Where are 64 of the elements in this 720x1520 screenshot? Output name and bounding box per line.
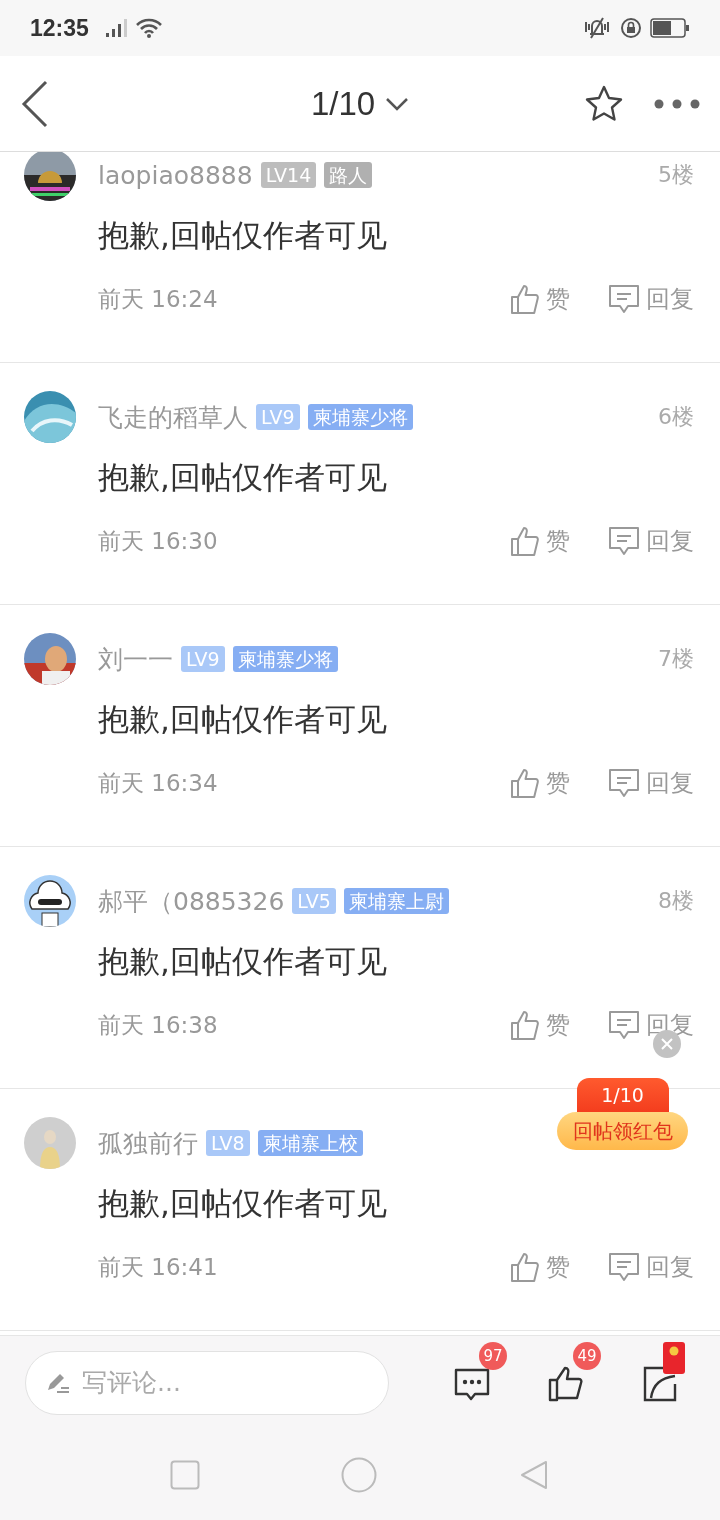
reply-text: 抱歉,回帖仅作者可见 xyxy=(98,700,388,739)
reply-text: 抱歉,回帖仅作者可见 xyxy=(98,1184,388,1223)
level-tag: LV14 xyxy=(260,162,317,188)
more-icon[interactable] xyxy=(654,98,700,109)
post-time: 前天 16:34 xyxy=(98,768,218,798)
floor-number: 7楼 xyxy=(658,645,694,673)
floor-number: 6楼 xyxy=(658,403,694,431)
chevron-down-icon[interactable] xyxy=(385,96,410,111)
comment-icon xyxy=(608,1009,640,1041)
post-time: 前天 16:30 xyxy=(98,526,218,556)
back-icon[interactable] xyxy=(20,79,50,128)
post-time: 前天 16:24 xyxy=(98,284,218,314)
reply-button[interactable]: 回复 xyxy=(608,283,694,315)
thumbs-up-icon xyxy=(510,525,540,557)
floor-number: 5楼 xyxy=(658,161,694,189)
username[interactable]: 孤独前行 xyxy=(98,1126,198,1160)
like-button[interactable]: 赞 xyxy=(510,1009,570,1041)
rotation-lock-icon xyxy=(620,17,642,39)
rank-tag: 路人 xyxy=(324,162,373,188)
comment-icon xyxy=(608,1251,640,1283)
comment-field[interactable]: 写评论... xyxy=(25,1350,389,1415)
count-badge: 49 xyxy=(573,1341,601,1370)
username[interactable]: 刘一一 xyxy=(98,642,173,676)
battery-icon xyxy=(650,18,690,38)
username[interactable]: laopiao8888 xyxy=(98,160,253,190)
comment-icon xyxy=(608,283,640,315)
reply-text: 抱歉,回帖仅作者可见 xyxy=(98,942,388,981)
level-tag: LV9 xyxy=(181,646,225,672)
thumbs-up-icon xyxy=(510,767,540,799)
level-tag: LV5 xyxy=(292,888,336,914)
reply-button[interactable]: 回复 xyxy=(608,1251,694,1283)
rank-tag: 柬埔寨少将 xyxy=(232,646,338,672)
like-button[interactable]: 赞 xyxy=(510,1251,570,1283)
thumbs-up-icon xyxy=(510,283,540,315)
floor-number: 8楼 xyxy=(658,887,694,915)
like-button[interactable]: 赞 xyxy=(510,767,570,799)
thumbs-up-icon xyxy=(510,1251,540,1283)
reply-button[interactable]: 回复 xyxy=(608,767,694,799)
muted-bell-icon xyxy=(582,16,612,40)
rank-tag: 柬埔寨上校 xyxy=(257,1130,363,1156)
signal-icon xyxy=(104,18,127,38)
clock-time: 12:35 xyxy=(30,14,89,42)
rank-tag: 柬埔寨上尉 xyxy=(343,888,449,914)
reply-button[interactable]: 回复 xyxy=(608,525,694,557)
like-button[interactable]: 赞 xyxy=(510,525,570,557)
username[interactable]: 飞走的稻草人 xyxy=(98,400,248,434)
comment-icon xyxy=(608,525,640,557)
count-badge: 97 xyxy=(479,1341,507,1370)
page-indicator[interactable]: 1/10 xyxy=(310,84,376,123)
like-button[interactable]: 赞 xyxy=(510,283,570,315)
reward-button[interactable]: 回帖领红包 xyxy=(557,1112,688,1150)
thumbs-up-icon xyxy=(510,1009,540,1041)
post-time: 前天 16:41 xyxy=(98,1252,218,1282)
close-icon xyxy=(661,1038,673,1050)
reply-text: 抱歉,回帖仅作者可见 xyxy=(98,216,388,255)
rank-tag: 柬埔寨少将 xyxy=(307,404,413,430)
star-icon[interactable] xyxy=(584,83,624,124)
reply-text: 抱歉,回帖仅作者可见 xyxy=(98,458,388,497)
level-tag: LV8 xyxy=(206,1130,250,1156)
wifi-icon xyxy=(134,17,163,39)
comment-icon xyxy=(608,767,640,799)
level-tag: LV9 xyxy=(256,404,300,430)
username[interactable]: 郝平（0885326 xyxy=(98,884,285,918)
post-time: 前天 16:38 xyxy=(98,1010,218,1040)
